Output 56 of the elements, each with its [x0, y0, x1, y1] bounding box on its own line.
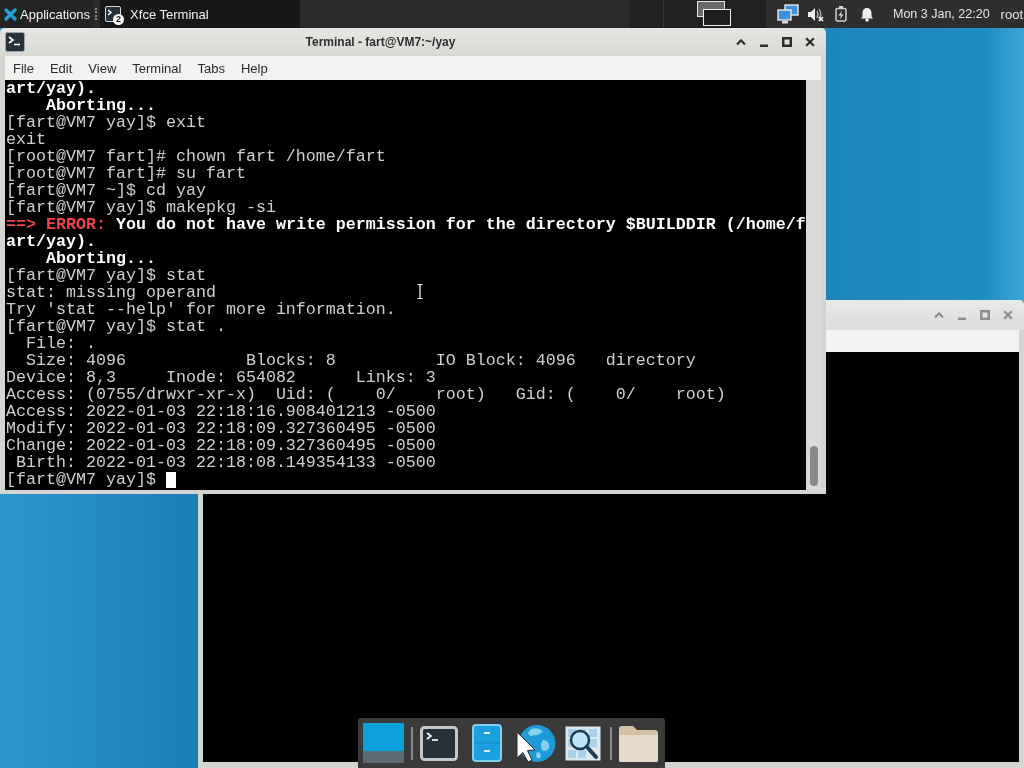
- window-thumbnails-drawing: [697, 1, 731, 26]
- menu-item[interactable]: Edit: [41, 57, 81, 79]
- close-icon[interactable]: [805, 37, 815, 47]
- clock[interactable]: Mon 3 Jan, 22:20: [893, 7, 990, 21]
- menu-item[interactable]: File: [5, 57, 42, 79]
- menu-item[interactable]: Help: [232, 57, 276, 79]
- chevron-up-icon[interactable]: [736, 37, 746, 47]
- terminal-line: [root@VM7 fart]# su fart: [6, 164, 246, 183]
- terminal-line: Aborting...: [44, 96, 156, 115]
- terminal-line: File: .: [25, 334, 96, 353]
- file-cabinet-icon[interactable]: [472, 724, 502, 762]
- terminal-line: Access: 2022-01-03 22:18:16.908401213 -0500: [6, 402, 436, 421]
- terminal-line: [fart@VM7 yay]$: [6, 470, 156, 489]
- window-title: Terminal - fart@VM7:~/yay: [305, 35, 456, 49]
- folder-icon[interactable]: [618, 723, 659, 763]
- volume-muted-icon[interactable]: [807, 6, 824, 22]
- battery-charging-icon[interactable]: [835, 6, 847, 22]
- terminal-line: Try 'stat --help' for more information.: [6, 300, 396, 319]
- terminal-line: Change: 2022-01-03 22:18:09.327360495 -0500: [6, 436, 436, 455]
- menu-item[interactable]: View: [80, 57, 125, 79]
- terminal-line: [fart@VM7 yay]$ stat .: [6, 317, 226, 336]
- terminal-line: [fart@VM7 yay]$ stat: [6, 266, 206, 285]
- terminal-line: [fart@VM7 ~]$ cd yay: [6, 181, 206, 200]
- cross-logo-icon: [3, 6, 18, 22]
- terminal-icon: [105, 6, 122, 22]
- terminal-line: [fart@VM7 yay]$ makepkg -si: [6, 198, 276, 217]
- terminal-line: Size: 4096 Blocks: 8 IO Block: 4096 directory: [25, 351, 696, 370]
- applications-menu[interactable]: Applications: [0, 0, 94, 28]
- terminal-line: [root@VM7 fart]# chown fart /home/fart: [6, 147, 386, 166]
- terminal-icon[interactable]: [5, 32, 25, 52]
- globe-icon[interactable]: [515, 723, 556, 763]
- scrollbar-thumb[interactable]: [809, 446, 818, 486]
- terminal-line: Aborting...: [44, 249, 156, 268]
- terminal-icon[interactable]: [420, 725, 458, 761]
- terminal-line: Access: (0755/drwxr-xr-x) Uid: ( 0/ root) Gid: ( 0/ root): [6, 385, 726, 404]
- terminal-line: art/yay).: [6, 232, 96, 251]
- workspace-switcher[interactable]: [630, 0, 766, 28]
- bell-icon[interactable]: [860, 6, 874, 22]
- terminal-line: Modify: 2022-01-03 22:18:09.327360495 -0500: [6, 419, 436, 438]
- user-name[interactable]: root: [1000, 6, 1023, 22]
- taskbar-button[interactable]: 2 Xfce Terminal: [100, 0, 301, 28]
- terminal-line: exit: [6, 130, 46, 149]
- terminal-line: art/yay).: [6, 80, 96, 98]
- terminal-line: stat: missing operand: [6, 283, 216, 302]
- menu-item[interactable]: Tabs: [189, 57, 233, 79]
- terminal-line: ==> ERROR: You do not have write permission for the directory $BUILDDIR (/home/f: [6, 215, 806, 234]
- terminal-line: Device: 8,3 Inode: 654082 Links: 3: [6, 368, 436, 387]
- scrollbar[interactable]: [806, 80, 821, 490]
- terminal-line: [fart@VM7 yay]$ exit: [6, 113, 206, 132]
- terminal-line: Birth: 2022-01-03 22:18:08.149354133 -0500: [15, 453, 436, 472]
- window-count-badge: 2: [113, 14, 125, 25]
- network-icon[interactable]: [777, 4, 799, 24]
- ibeam-pointer-icon: [416, 283, 424, 300]
- menu-item[interactable]: Terminal: [124, 57, 190, 79]
- maximize-icon[interactable]: [782, 37, 792, 47]
- search-icon[interactable]: [565, 725, 601, 761]
